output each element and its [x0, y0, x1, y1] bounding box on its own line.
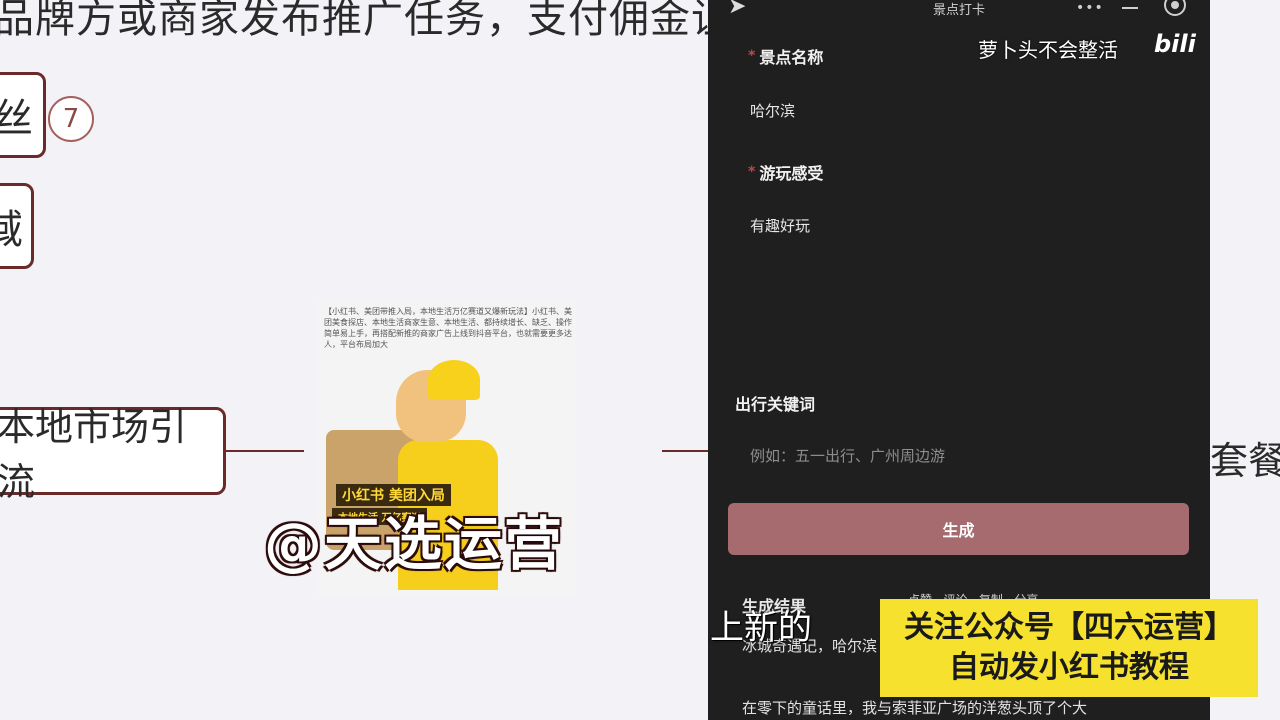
mindmap-connector [662, 450, 712, 452]
mindmap-top-text: 品牌方或商家发布推广任务，支付佣金让达人 [0, 0, 814, 42]
result-text-line: 在零下的童话里，我与索菲亚广场的洋葱头顶了个大 [742, 699, 1088, 717]
cover-description: 【小红书、美团带推入局，本地生活万亿赛道又爆新玩法】小红书、美团美食探店、本地生… [324, 307, 572, 349]
window-title: 景点打卡 [932, 3, 985, 18]
keyword-input[interactable]: 例如：五一出行、广州周边游 [750, 445, 945, 466]
mindmap-node-label: 本地市场引流 [0, 405, 188, 504]
video-subtitle: 上新的 [710, 608, 812, 648]
title-bar: ➤ 景点打卡 ••• [708, 0, 1210, 24]
watermark: @天选运营 [264, 510, 565, 578]
required-icon: * [748, 164, 756, 180]
more-icon[interactable]: ••• [1076, 0, 1104, 16]
promo-banner: 关注公众号【四六运营】 自动发小红书教程 [880, 599, 1258, 697]
cover-courier-hat [428, 360, 480, 400]
spot-name-label: * 景点名称 [748, 44, 823, 68]
mindmap-count-badge: 7 [48, 96, 94, 142]
generate-button[interactable]: 生成 [728, 503, 1189, 555]
uploader-watermark: 萝卜头不会整活 [978, 38, 1118, 62]
mindmap-connector [226, 450, 304, 452]
platform-logo: bili [1154, 30, 1196, 58]
promo-line: 自动发小红书教程 [949, 650, 1189, 685]
mindmap-node: 域 [0, 183, 34, 269]
feeling-label: * 游玩感受 [748, 160, 823, 184]
mindmap-node-label: 丝 [0, 96, 33, 142]
mindmap-node-local-market: 本地市场引流 [0, 405, 226, 504]
feeling-label-text: 游玩感受 [759, 164, 824, 183]
promo-line: 关注公众号【四六运营】 [904, 610, 1234, 645]
keyword-label: 出行关键词 [735, 395, 816, 414]
feeling-field[interactable]: 有趣好玩 [750, 215, 810, 236]
mindmap-right-text: 套餐 [1210, 439, 1280, 483]
spot-name-label-text: 景点名称 [759, 48, 824, 67]
spot-name-field[interactable]: 哈尔滨 [750, 100, 795, 121]
mindmap-node-label: 域 [0, 207, 23, 253]
required-icon: * [748, 48, 756, 64]
minimize-icon[interactable] [1122, 7, 1138, 9]
mindmap-node: 丝 [0, 72, 46, 158]
